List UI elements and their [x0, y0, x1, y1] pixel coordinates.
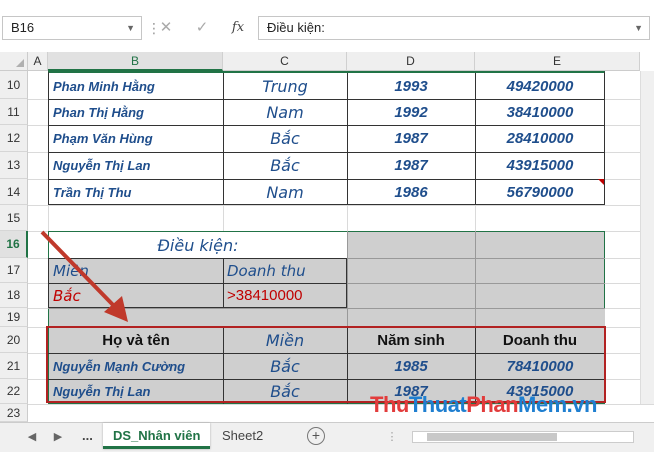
- cell-e12[interactable]: 28410000: [475, 125, 605, 152]
- cell-e10[interactable]: 49420000: [475, 73, 605, 99]
- cell-d13[interactable]: 1987: [347, 152, 475, 179]
- excel-window: B16 ▼ ⋮ ✕ ✓ fx Điều kiện: ▼ A B C D E 10…: [0, 0, 654, 452]
- sheet-tab-bar: ◀ ▶ ... DS_Nhân viên Sheet2 + ⋮: [0, 422, 654, 452]
- cell-b10[interactable]: Phan Minh Hằng: [49, 73, 223, 99]
- cell-d10[interactable]: 1993: [347, 73, 475, 99]
- column-header-d[interactable]: D: [347, 52, 475, 71]
- chevron-down-icon[interactable]: ▼: [126, 17, 135, 39]
- row-header-17[interactable]: 17: [0, 258, 28, 283]
- cell-d14[interactable]: 1986: [347, 179, 475, 205]
- cell-d11[interactable]: 1992: [347, 99, 475, 125]
- cell-c12[interactable]: Bắc: [223, 125, 347, 152]
- tab-sheet2[interactable]: Sheet2: [212, 423, 273, 449]
- watermark-logo: ThuThuatPhanMem.vn: [370, 392, 597, 417]
- cell-e14[interactable]: 56790000: [475, 179, 605, 205]
- row-header-13[interactable]: 13: [0, 152, 28, 179]
- cell-c13[interactable]: Bắc: [223, 152, 347, 179]
- row-header-20[interactable]: 20: [0, 327, 28, 353]
- annotation-arrow-icon: [40, 230, 128, 322]
- comment-indicator: [598, 179, 604, 185]
- row-header-10[interactable]: 10: [0, 71, 28, 99]
- row-header-16[interactable]: 16: [0, 231, 28, 258]
- cell-e13[interactable]: 43915000: [475, 152, 605, 179]
- horizontal-scrollbar[interactable]: [412, 431, 634, 443]
- plus-circle-icon[interactable]: +: [307, 427, 325, 445]
- tab-more[interactable]: ...: [72, 423, 103, 449]
- cell-c17[interactable]: Doanh thu: [223, 258, 347, 283]
- tab-ds-nhan-vien[interactable]: DS_Nhân viên: [103, 423, 211, 449]
- vertical-scrollbar[interactable]: [640, 71, 654, 404]
- cell-d12[interactable]: 1987: [347, 125, 475, 152]
- row-header-23[interactable]: 23: [0, 404, 28, 422]
- more-options-icon[interactable]: ⋮: [384, 428, 400, 446]
- fx-icon[interactable]: fx: [224, 16, 252, 40]
- tab-scroll-left-icon[interactable]: ◀: [24, 428, 40, 446]
- scroll-thumb[interactable]: [427, 433, 557, 441]
- row-header-18[interactable]: 18: [0, 283, 28, 308]
- row-header-11[interactable]: 11: [0, 99, 28, 125]
- formula-text: Điều kiện:: [267, 20, 325, 35]
- formula-bar: B16 ▼ ⋮ ✕ ✓ fx Điều kiện: ▼: [0, 0, 654, 52]
- cell-c11[interactable]: Nam: [223, 99, 347, 125]
- column-header-c[interactable]: C: [223, 52, 347, 71]
- grip-icon: ⋮: [147, 20, 161, 36]
- check-icon[interactable]: ✓: [188, 16, 216, 40]
- row-header-19[interactable]: 19: [0, 308, 28, 327]
- cell-e11[interactable]: 38410000: [475, 99, 605, 125]
- column-header-b[interactable]: B: [48, 52, 223, 71]
- name-box[interactable]: B16 ▼: [2, 16, 142, 40]
- close-icon[interactable]: ✕: [152, 16, 180, 40]
- column-header-a[interactable]: A: [28, 52, 48, 71]
- gridline: [28, 205, 654, 206]
- cell-b14[interactable]: Trần Thị Thu: [49, 179, 223, 205]
- cell-b13[interactable]: Nguyễn Thị Lan: [49, 152, 223, 179]
- chevron-down-icon[interactable]: ▼: [634, 17, 643, 39]
- formula-input[interactable]: Điều kiện: ▼: [258, 16, 650, 40]
- cell-b12[interactable]: Phạm Văn Hùng: [49, 125, 223, 152]
- cell-c14[interactable]: Nam: [223, 179, 347, 205]
- row-header-15[interactable]: 15: [0, 205, 28, 231]
- column-header-e[interactable]: E: [475, 52, 640, 71]
- row-header-14[interactable]: 14: [0, 179, 28, 205]
- row-header-21[interactable]: 21: [0, 353, 28, 379]
- select-all-corner[interactable]: [0, 52, 28, 71]
- row-header-22[interactable]: 22: [0, 379, 28, 404]
- cell-c18[interactable]: >38410000: [223, 283, 347, 308]
- tab-scroll-right-icon[interactable]: ▶: [50, 428, 66, 446]
- cell-c10[interactable]: Trung: [223, 73, 347, 99]
- row-header-12[interactable]: 12: [0, 125, 28, 152]
- cell-b11[interactable]: Phan Thị Hằng: [49, 99, 223, 125]
- name-box-value: B16: [11, 20, 35, 35]
